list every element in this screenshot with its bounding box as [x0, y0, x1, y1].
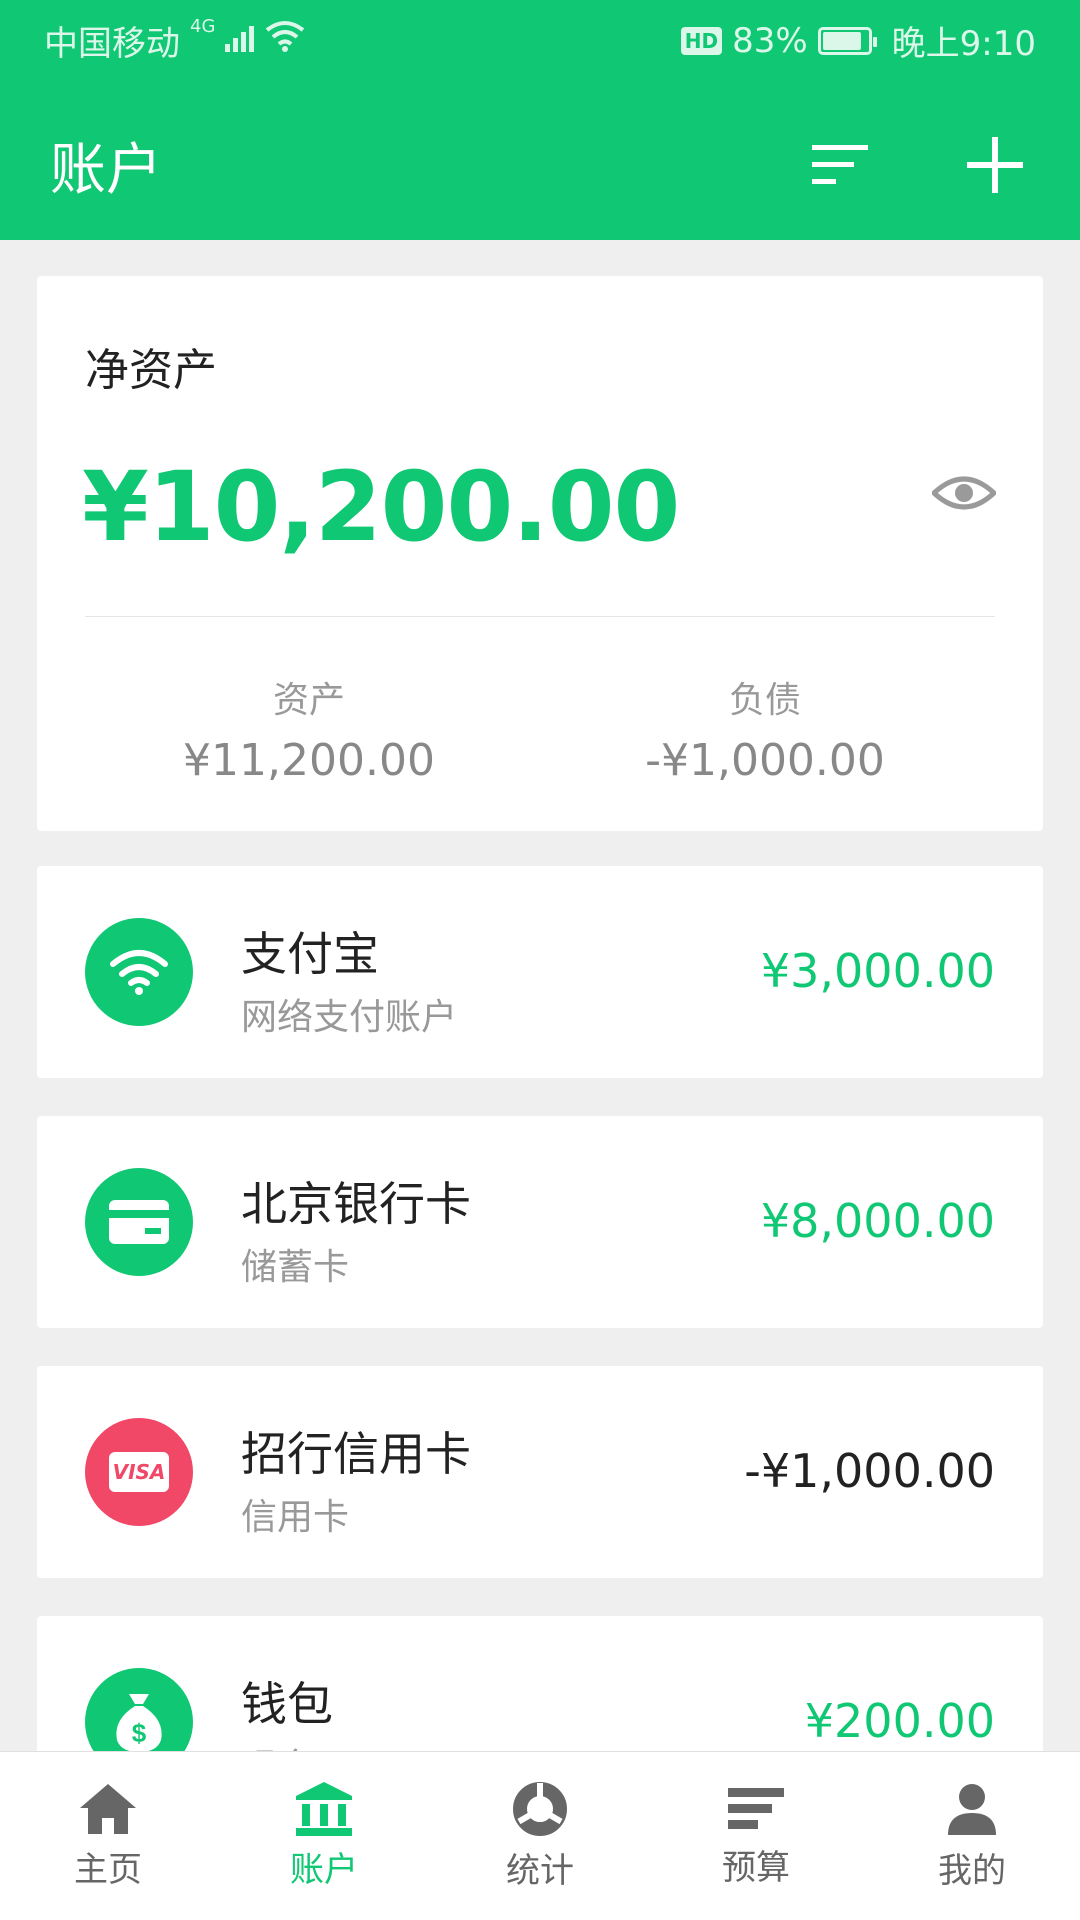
eye-icon — [932, 476, 996, 510]
accounts-page: 中国移动 4G HD 83% 晚上9:10 账户 净资产 ¥10,200.00 … — [0, 0, 1080, 1920]
account-name: 支付宝 — [241, 927, 379, 981]
account-type: 信用卡 — [241, 1497, 350, 1538]
app-bar: 账户 — [0, 75, 1080, 240]
page-title: 账户 — [50, 138, 162, 203]
account-balance: -¥1,000.00 — [744, 1444, 995, 1498]
add-account-button[interactable] — [955, 120, 1035, 210]
budget-icon — [728, 1788, 784, 1829]
account-name: 北京银行卡 — [241, 1177, 471, 1231]
stats-icon — [513, 1782, 567, 1836]
account-type: 网络支付账户 — [241, 997, 458, 1038]
status-left: 中国移动 4G — [44, 16, 305, 65]
account-name: 钱包 — [241, 1677, 333, 1731]
net-assets-amount: ¥10,200.00 — [82, 451, 680, 563]
plus-icon — [967, 137, 1023, 193]
status-right: HD 83% 晚上9:10 — [680, 16, 1036, 65]
card-icon — [85, 1168, 193, 1276]
account-name: 招行信用卡 — [241, 1427, 471, 1481]
visa-icon: VISA — [85, 1418, 193, 1526]
nav-label: 统计 — [506, 1851, 574, 1891]
network-label: 4G — [190, 16, 216, 37]
nav-home[interactable]: 主页 — [0, 1752, 216, 1920]
liabilities-label: 负债 — [728, 680, 801, 721]
assets-value: ¥11,200.00 — [183, 735, 435, 786]
hd-badge: HD — [680, 26, 723, 55]
nav-stats[interactable]: 统计 — [432, 1752, 648, 1920]
assets-summary: 资产 ¥11,200.00 — [129, 671, 489, 786]
liabilities-value: -¥1,000.00 — [645, 735, 885, 786]
status-time: 晚上9:10 — [891, 24, 1036, 64]
bottom-nav: 主页 账户 统计 预算 我的 — [0, 1751, 1080, 1920]
net-assets-title: 净资产 — [85, 345, 217, 396]
assets-label: 资产 — [272, 680, 345, 721]
svg-text:$: $ — [132, 1718, 147, 1748]
nav-budget[interactable]: 预算 — [648, 1752, 864, 1920]
home-icon — [80, 1784, 136, 1834]
nav-label: 预算 — [722, 1848, 790, 1888]
visa-text: VISA — [112, 1460, 166, 1484]
nav-label: 我的 — [938, 1851, 1006, 1891]
account-type: 储蓄卡 — [241, 1247, 350, 1288]
user-icon — [948, 1784, 996, 1835]
account-balance: ¥3,000.00 — [760, 944, 995, 998]
net-assets-card: 净资产 ¥10,200.00 资产 ¥11,200.00 负债 -¥1,000.… — [37, 276, 1043, 831]
account-row-beijing-bank[interactable]: 北京银行卡 储蓄卡 ¥8,000.00 — [37, 1116, 1043, 1328]
wifi-icon — [85, 918, 193, 1026]
battery-percent: 83% — [732, 20, 808, 61]
account-row-alipay[interactable]: 支付宝 网络支付账户 ¥3,000.00 — [37, 866, 1043, 1078]
liabilities-summary: 负债 -¥1,000.00 — [585, 671, 945, 786]
sort-icon — [812, 145, 868, 184]
bank-icon — [296, 1782, 352, 1836]
account-row-cmb-credit[interactable]: VISA 招行信用卡 信用卡 -¥1,000.00 — [37, 1366, 1043, 1578]
toggle-visibility-button[interactable] — [929, 468, 999, 518]
net-assets-divider — [85, 616, 995, 617]
signal-icon — [225, 21, 255, 61]
sort-button[interactable] — [800, 130, 880, 200]
account-balance: ¥8,000.00 — [760, 1194, 995, 1248]
nav-profile[interactable]: 我的 — [864, 1752, 1080, 1920]
nav-label: 主页 — [74, 1850, 142, 1890]
battery-icon — [817, 26, 877, 55]
account-balance: ¥200.00 — [804, 1694, 995, 1748]
status-bar: 中国移动 4G HD 83% 晚上9:10 — [0, 0, 1080, 75]
carrier-label: 中国移动 — [44, 24, 180, 64]
wifi-status-icon — [265, 20, 305, 61]
nav-label: 账户 — [290, 1850, 358, 1890]
nav-accounts[interactable]: 账户 — [216, 1752, 432, 1920]
